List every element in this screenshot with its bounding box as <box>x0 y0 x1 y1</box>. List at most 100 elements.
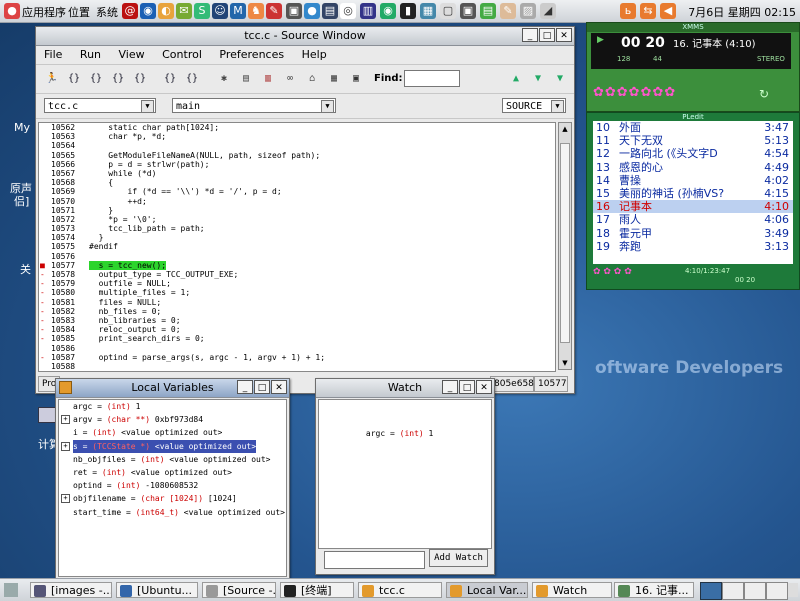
messenger-icon[interactable]: ☺ <box>212 3 228 19</box>
code-line[interactable]: 10574 } <box>39 233 555 242</box>
playlist-flower-buttons[interactable]: ✿ ✿ ✿ ✿ <box>593 267 632 277</box>
fish-icon[interactable]: ♞ <box>248 3 264 19</box>
code-line[interactable]: -10581 files = NULL; <box>39 298 555 307</box>
scroll-down-icon[interactable]: ▼ <box>560 358 570 368</box>
playlist-title[interactable]: PLedit <box>587 113 799 121</box>
volume-icon[interactable]: ◀ <box>660 3 676 19</box>
workspace-4[interactable] <box>766 582 788 600</box>
chevron-down-icon[interactable]: ▼ <box>141 100 154 113</box>
desktop-icon-label[interactable]: 关 <box>20 261 31 277</box>
variable-row[interactable]: optind = (int) -1080608532 <box>59 479 286 492</box>
expand-icon[interactable]: + <box>61 494 70 504</box>
workspace-2[interactable] <box>722 582 744 600</box>
minimize-button[interactable]: _ <box>442 380 458 394</box>
app-icon-4[interactable]: ◎ <box>340 3 356 19</box>
menu-control[interactable]: Control <box>162 48 202 61</box>
console-icon[interactable]: ▣ <box>348 71 364 87</box>
code-line[interactable]: 10586 <box>39 344 555 353</box>
playlist-item[interactable]: 15 美丽的神话 (孙楠VS? 4:15 <box>593 187 793 200</box>
notes-icon[interactable]: ✎ <box>500 3 516 19</box>
menu-preferences[interactable]: Preferences <box>219 48 284 61</box>
menu-places[interactable]: 位置 <box>68 4 90 20</box>
source-window-titlebar[interactable]: tcc.c - Source Window _ □ ✕ <box>36 27 574 46</box>
task-button[interactable]: Watch <box>532 582 612 598</box>
maximize-button[interactable]: □ <box>459 380 475 394</box>
settings-icon[interactable]: ✱ <box>216 71 232 87</box>
close-button[interactable]: ✕ <box>271 380 287 394</box>
terminal-icon[interactable]: ▮ <box>400 3 416 19</box>
debian-icon[interactable]: @ <box>122 3 138 19</box>
browser-icon[interactable]: ◐ <box>158 3 174 19</box>
app-icon-9[interactable]: ▣ <box>460 3 476 19</box>
app-icon-2[interactable]: ● <box>304 3 320 19</box>
repeat-icon[interactable]: ↻ <box>759 87 769 101</box>
playlist-item[interactable]: 19 奔跑 3:13 <box>593 240 793 253</box>
continue-icon[interactable]: {} <box>132 71 148 87</box>
variable-row[interactable]: ret = (int) <value optimized out> <box>59 466 286 479</box>
scroll-thumb[interactable] <box>560 143 570 343</box>
playlist-item[interactable]: 10 外面 3:47 <box>593 121 793 134</box>
code-line[interactable]: 10567 while (*d) <box>39 169 555 178</box>
memory-icon[interactable]: ▥ <box>260 71 276 87</box>
variable-row[interactable]: argc = (int) 1 <box>59 400 286 413</box>
code-line[interactable]: -10587 optind = parse_args(s, argc - 1, … <box>39 353 555 362</box>
line-marker[interactable]: - <box>40 371 46 372</box>
app-icon-6[interactable]: ◉ <box>380 3 396 19</box>
find-input[interactable] <box>404 70 460 87</box>
stack-icon[interactable]: ▦ <box>326 71 342 87</box>
close-button[interactable]: ✕ <box>556 28 572 42</box>
chevron-down-icon[interactable]: ▼ <box>551 100 564 113</box>
app-icon-7[interactable]: ▦ <box>420 3 436 19</box>
line-marker[interactable]: - <box>40 353 46 362</box>
code-line[interactable]: - 10589 if (print_search_dirs) { <box>39 371 555 372</box>
run-icon[interactable]: 🏃 <box>44 71 60 87</box>
line-marker[interactable]: - <box>40 334 46 343</box>
xmms-title[interactable]: XMMS <box>587 23 799 32</box>
local-variables-titlebar[interactable]: Local Variables _ □ ✕ <box>56 379 289 398</box>
tray-icon-2[interactable]: ⇆ <box>640 3 656 19</box>
variable-row[interactable]: + argv = (char **) 0xbf973d84 <box>59 413 286 426</box>
code-line[interactable]: 10562 static char path[1024]; <box>39 123 555 132</box>
code-line[interactable]: -10582 nb_files = 0; <box>39 307 555 316</box>
code-line[interactable]: 10565 GetModuleFileNameA(NULL, path, siz… <box>39 151 555 160</box>
app-icon-11[interactable]: ◢ <box>540 3 556 19</box>
source-scrollbar[interactable]: ▲ ▼ <box>558 122 572 370</box>
expand-icon[interactable]: + <box>61 441 70 451</box>
mail-icon[interactable]: ✉ <box>176 3 192 19</box>
menu-help[interactable]: Help <box>302 48 327 61</box>
stepi-icon[interactable]: {} <box>162 71 178 87</box>
playlist-item[interactable]: 13 感恩的心 4:49 <box>593 161 793 174</box>
show-desktop-icon[interactable] <box>4 583 18 597</box>
gimp-icon[interactable]: ✎ <box>266 3 282 19</box>
flower-buttons[interactable]: ✿✿✿✿✿✿✿ <box>593 85 676 100</box>
variable-row[interactable]: + objfilename = (char [1024]) [1024] <box>59 492 286 505</box>
menu-applications[interactable]: 应用程序 <box>22 4 66 20</box>
maximize-button[interactable]: □ <box>254 380 270 394</box>
code-line[interactable]: 10572 *p = '\0'; <box>39 215 555 224</box>
playlist-item[interactable]: 12 一路向北 (《头文字D 4:54 <box>593 147 793 160</box>
task-button[interactable]: [Ubuntu... <box>116 582 198 598</box>
code-line[interactable]: -10583 nb_libraries = 0; <box>39 316 555 325</box>
task-button[interactable]: [终端] <box>280 582 354 598</box>
watch-entry[interactable]: argc = (int) 1 <box>337 414 487 438</box>
desktop-icon-label[interactable]: My <box>14 121 30 134</box>
app-icon-3[interactable]: ▤ <box>322 3 338 19</box>
finish-icon[interactable]: {} <box>110 71 126 87</box>
line-marker[interactable]: - <box>40 298 46 307</box>
variable-row[interactable]: nb_objfiles = (int) <value optimized out… <box>59 453 286 466</box>
code-line[interactable]: 10564 <box>39 141 555 150</box>
frame-up-icon[interactable]: ▲ <box>508 71 524 87</box>
task-button[interactable]: tcc.c <box>358 582 442 598</box>
line-marker[interactable]: - <box>40 279 46 288</box>
step-icon[interactable]: {} <box>66 71 82 87</box>
workspace-3[interactable] <box>744 582 766 600</box>
code-line[interactable]: -10578 output_type = TCC_OUTPUT_EXE; <box>39 270 555 279</box>
code-line[interactable]: 10570 ++d; <box>39 197 555 206</box>
variable-row[interactable]: + s = (TCCState *) <value optimized out> <box>59 439 286 453</box>
code-line[interactable]: -10580 multiple_files = 1; <box>39 288 555 297</box>
playlist-items[interactable]: 10 外面 3:47 11 天下无双 5:13 12 一路向北 (《头文字D 4:54 13 感恩的… <box>593 121 793 264</box>
trash-icon[interactable] <box>788 583 798 597</box>
code-line[interactable]: 10573 tcc_lib_path = path; <box>39 224 555 233</box>
registers-icon[interactable]: ▤ <box>238 71 254 87</box>
app-icon-8[interactable]: ▢ <box>440 3 456 19</box>
